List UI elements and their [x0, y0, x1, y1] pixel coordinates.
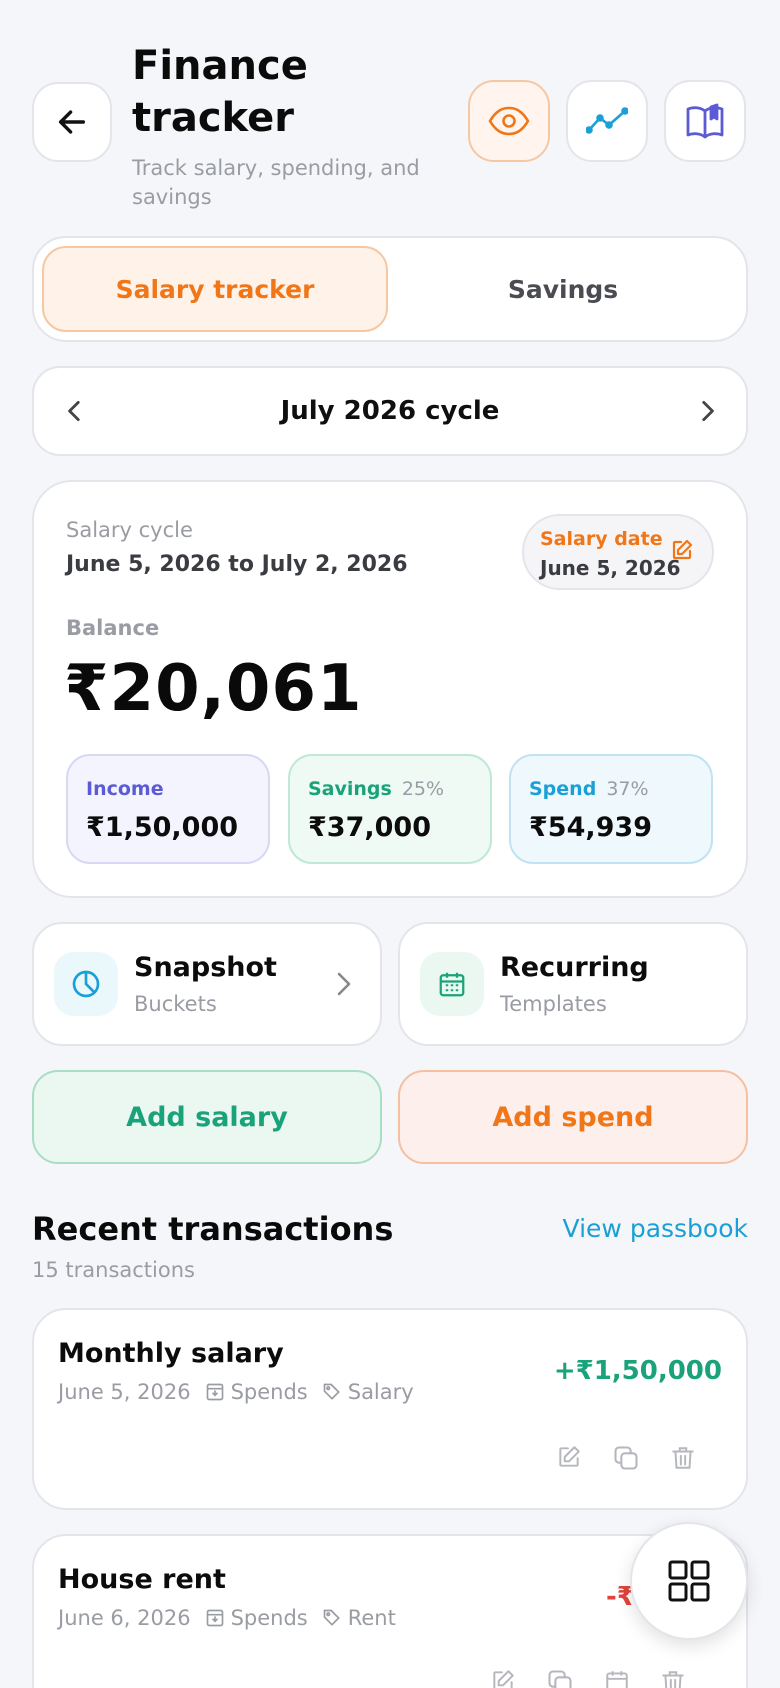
recurring-title: Recurring [500, 952, 649, 983]
book-open-icon [685, 103, 725, 139]
balance-value: ₹20,061 [64, 652, 363, 726]
transaction-name: House rent [58, 1564, 226, 1595]
trend-line-icon [586, 106, 628, 136]
trash-icon[interactable] [660, 1668, 686, 1688]
salary-date-value: June 5, 2026 [540, 556, 681, 580]
recent-transactions-title: Recent transactions [32, 1210, 394, 1248]
savings-stat-value: ₹37,000 [308, 812, 431, 843]
add-spend-button[interactable]: Add spend [398, 1070, 748, 1164]
transaction-tag: Salary [322, 1380, 414, 1404]
visibility-toggle-button[interactable] [468, 80, 550, 162]
transactions-count: 15 transactions [32, 1258, 195, 1282]
recurring-subtitle: Templates [500, 992, 607, 1016]
edit-icon[interactable] [556, 1444, 582, 1472]
spend-stat: Spend 37% ₹54,939 [509, 754, 713, 864]
menu-fab[interactable] [630, 1522, 748, 1640]
duplicate-icon[interactable] [546, 1668, 574, 1688]
calendar-icon [420, 952, 484, 1016]
spend-stat-value: ₹54,939 [529, 812, 652, 843]
transaction-actions [556, 1444, 696, 1472]
transaction-meta: June 5, 2026 Spends Salary [58, 1380, 428, 1404]
back-button[interactable] [32, 82, 112, 162]
pie-chart-icon [54, 952, 118, 1016]
transaction-meta: June 6, 2026 Spends Rent [58, 1606, 410, 1630]
income-stat-label: Income [86, 778, 164, 800]
transaction-date: June 5, 2026 [58, 1380, 191, 1404]
balance-label: Balance [66, 616, 160, 640]
next-cycle-button[interactable] [694, 396, 720, 426]
cycle-label: July 2026 cycle [280, 396, 500, 426]
spend-stat-label: Spend 37% [529, 778, 649, 800]
transaction-bucket: Spends [205, 1380, 308, 1404]
savings-stat-percent: 25% [401, 778, 445, 800]
guide-button[interactable] [664, 80, 746, 162]
duplicate-icon[interactable] [612, 1444, 640, 1472]
chevron-right-icon [334, 970, 354, 998]
transaction-tag: Rent [322, 1606, 396, 1630]
salary-cycle-label: Salary cycle [66, 518, 193, 542]
chevron-right-icon [694, 396, 720, 426]
savings-stat-label: Savings 25% [308, 778, 445, 800]
tab-savings[interactable]: Savings [390, 246, 736, 332]
page-subtitle: Track salary, spending, and savings [132, 156, 420, 210]
transaction-actions [490, 1668, 686, 1688]
arrow-left-icon [55, 105, 89, 139]
archive-box-icon [205, 1608, 231, 1628]
eye-icon [488, 106, 530, 136]
salary-date-label: Salary date [540, 528, 663, 550]
trash-icon[interactable] [670, 1444, 696, 1472]
transaction-name: Monthly salary [58, 1338, 284, 1369]
savings-stat: Savings 25% ₹37,000 [288, 754, 492, 864]
transaction-date: June 6, 2026 [58, 1606, 191, 1630]
snapshot-title: Snapshot [134, 952, 277, 983]
transaction-amount: +₹1,50,000 [553, 1356, 722, 1386]
add-salary-button[interactable]: Add salary [32, 1070, 382, 1164]
snapshot-subtitle: Buckets [134, 992, 217, 1016]
grid-icon [667, 1559, 711, 1603]
spend-stat-percent: 37% [606, 778, 649, 800]
income-stat: Income ₹1,50,000 [66, 754, 270, 864]
tag-icon [322, 1382, 348, 1402]
edit-icon[interactable] [490, 1668, 516, 1688]
archive-box-icon [205, 1382, 231, 1402]
trends-button[interactable] [566, 80, 648, 162]
page-title: Finance tracker [132, 43, 308, 141]
transaction-bucket: Spends [205, 1606, 308, 1630]
calendar-icon[interactable] [604, 1668, 630, 1688]
tab-salary-tracker[interactable]: Salary tracker [42, 246, 388, 332]
salary-cycle-range: June 5, 2026 to July 2, 2026 [66, 552, 408, 577]
view-passbook-link[interactable]: View passbook [563, 1214, 748, 1243]
tag-icon [322, 1608, 348, 1628]
edit-salary-date-icon[interactable] [670, 538, 694, 562]
income-stat-value: ₹1,50,000 [86, 812, 239, 843]
